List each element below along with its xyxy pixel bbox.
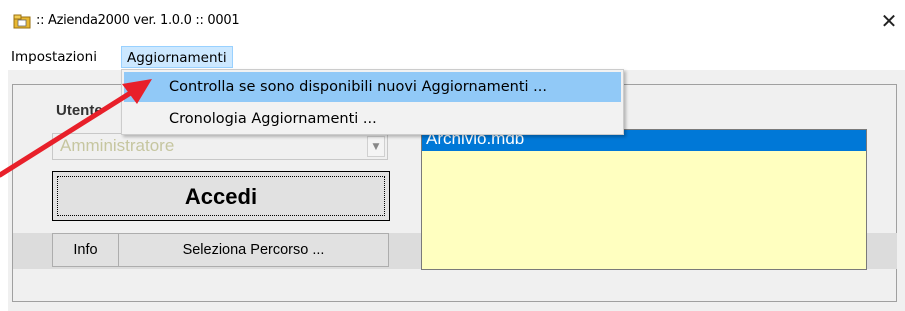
login-button[interactable]: Accedi xyxy=(52,171,390,221)
user-select[interactable]: Amministratore ▼ xyxy=(52,133,388,160)
menu-bar: Impostazioni Aggiornamenti xyxy=(0,45,905,69)
select-path-button[interactable]: Seleziona Percorso ... xyxy=(118,233,389,267)
info-button[interactable]: Info xyxy=(52,233,119,267)
user-select-value: Amministratore xyxy=(60,136,175,155)
menu-aggiornamenti[interactable]: Aggiornamenti xyxy=(121,46,233,68)
menu-item-check-updates[interactable]: Controlla se sono disponibili nuovi Aggi… xyxy=(124,72,621,102)
menu-item-update-history[interactable]: Cronologia Aggiornamenti ... xyxy=(124,104,621,134)
login-button-label: Accedi xyxy=(57,176,385,216)
user-label: Utente xyxy=(56,102,103,119)
aggiornamenti-dropdown: Controlla se sono disponibili nuovi Aggi… xyxy=(121,69,624,135)
close-button[interactable]: ✕ xyxy=(876,8,902,34)
chevron-down-icon[interactable]: ▼ xyxy=(367,136,385,157)
menu-impostazioni[interactable]: Impostazioni xyxy=(6,46,102,68)
archive-list[interactable]: Archivio.mdb xyxy=(421,129,867,270)
title-bar: :: Azienda2000 ver. 1.0.0 :: 0001 ✕ xyxy=(0,0,905,40)
folder-app-icon xyxy=(13,14,31,29)
window-title: :: Azienda2000 ver. 1.0.0 :: 0001 xyxy=(36,13,240,28)
